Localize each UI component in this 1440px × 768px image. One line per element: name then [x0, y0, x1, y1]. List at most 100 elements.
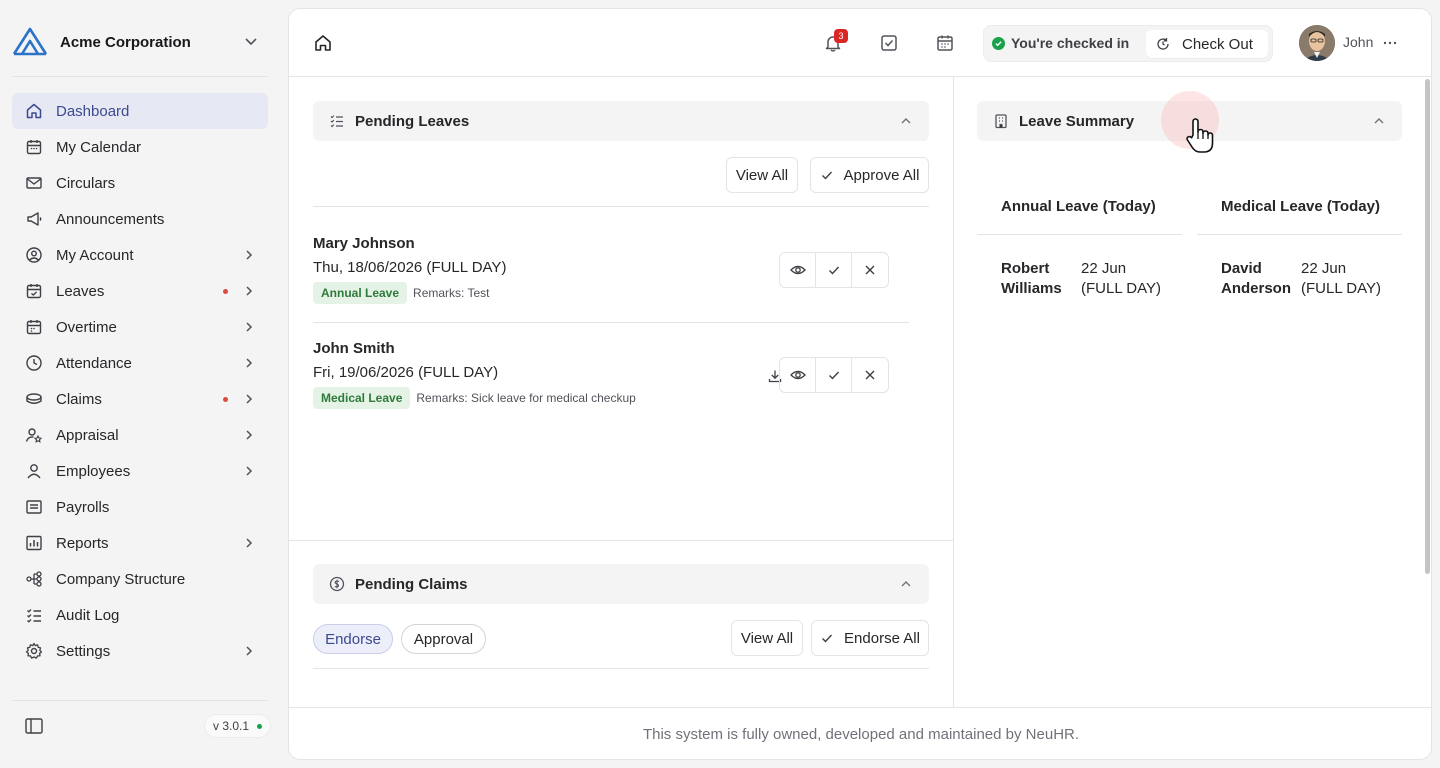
sidebar-item-label: Settings [56, 642, 111, 660]
button-label: View All [735, 166, 789, 184]
more-horizontal-icon[interactable] [1382, 35, 1398, 51]
sidebar-item-my-calendar[interactable]: My Calendar [12, 129, 268, 165]
check-out-button[interactable]: Check Out [1146, 30, 1268, 58]
chevron-right-icon [242, 464, 256, 478]
coins-icon [24, 389, 44, 409]
sidebar-item-label: Circulars [56, 174, 116, 192]
reject-icon[interactable] [852, 358, 888, 392]
building-icon [993, 113, 1009, 129]
check-circle-icon [992, 36, 1005, 50]
leave-type-tag: Medical Leave [313, 387, 411, 409]
hierarchy-icon [24, 569, 44, 589]
refresh-clock-icon [1156, 37, 1170, 51]
notification-count-badge: 3 [834, 29, 848, 43]
sidebar-item-settings[interactable]: Settings [12, 633, 268, 669]
avatar[interactable] [1299, 25, 1335, 61]
sidebar-item-my-account[interactable]: My Account [12, 237, 268, 273]
check-icon [820, 631, 834, 645]
chevron-right-icon [242, 428, 256, 442]
version-badge: v 3.0.1 [204, 714, 272, 738]
section-title: Pending Claims [355, 575, 468, 593]
org-switcher[interactable]: Acme Corporation [12, 24, 268, 60]
sidebar-item-label: Appraisal [56, 426, 119, 444]
view-all-claims-button[interactable]: View All [731, 620, 803, 656]
sidebar-item-attendance[interactable]: Attendance [12, 345, 268, 381]
chevron-right-icon [242, 320, 256, 334]
top-bar: 3 You're checked in Check Out John [289, 9, 1431, 77]
column-heading: Annual Leave (Today) [977, 179, 1182, 235]
sidebar-item-reports[interactable]: Reports [12, 525, 268, 561]
employee-name: Robert Williams [1001, 260, 1062, 297]
sidebar-item-label: Announcements [56, 210, 165, 228]
leave-request-row: John Smith Fri, 19/06/2026 (FULL DAY) Me… [313, 340, 909, 420]
scrollbar[interactable] [1425, 79, 1430, 574]
sidebar-item-label: Company Structure [56, 570, 186, 588]
pending-leaves-header[interactable]: Pending Leaves [313, 101, 929, 141]
divider [313, 206, 929, 207]
sidebar-item-label: Claims [56, 390, 102, 408]
check-out-label: Check Out [1182, 35, 1253, 53]
task-check-icon[interactable] [879, 33, 899, 53]
chevron-down-icon [242, 32, 260, 50]
sidebar-item-dashboard[interactable]: Dashboard [12, 93, 268, 129]
tab-endorse[interactable]: Endorse [313, 624, 393, 654]
sidebar-item-claims[interactable]: Claims [12, 381, 268, 417]
sidebar-item-announcements[interactable]: Announcements [12, 201, 268, 237]
home-icon[interactable] [313, 33, 333, 53]
calendar-icon[interactable] [935, 33, 955, 53]
section-title: Leave Summary [1019, 112, 1135, 130]
button-label: View All [740, 629, 794, 647]
dollar-circle-icon [329, 576, 345, 592]
leave-type-tag: Annual Leave [313, 282, 408, 304]
sidebar-item-leaves[interactable]: Leaves [12, 273, 268, 309]
sidebar-item-audit-log[interactable]: Audit Log [12, 597, 268, 633]
check-icon [820, 168, 834, 182]
reject-icon[interactable] [852, 253, 888, 287]
hand-cursor-icon [1183, 117, 1217, 155]
mail-icon [24, 173, 44, 193]
sidebar-item-label: Reports [56, 534, 109, 552]
button-label: Endorse All [844, 629, 920, 647]
approve-all-button[interactable]: Approve All [810, 157, 929, 193]
sidebar-item-label: Payrolls [56, 498, 110, 516]
sidebar-item-label: Attendance [56, 354, 132, 372]
calendar-check-icon [24, 281, 44, 301]
bell-icon[interactable]: 3 [823, 29, 848, 53]
view-all-leaves-button[interactable]: View All [726, 157, 798, 193]
sidebar-item-employees[interactable]: Employees [12, 453, 268, 489]
sidebar-item-payrolls[interactable]: Payrolls [12, 489, 268, 525]
chevron-up-icon[interactable] [899, 577, 913, 591]
sidebar-item-overtime[interactable]: Overtime [12, 309, 268, 345]
sidebar-item-appraisal[interactable]: Appraisal [12, 417, 268, 453]
sidebar-item-label: Audit Log [56, 606, 120, 624]
chevron-right-icon [242, 644, 256, 658]
tab-approval[interactable]: Approval [401, 624, 486, 654]
chevron-right-icon [242, 392, 256, 406]
status-dot [257, 723, 263, 729]
view-icon[interactable] [780, 358, 816, 392]
sidebar-item-label: Leaves [56, 282, 105, 300]
leave-request-row: Mary Johnson Thu, 18/06/2026 (FULL DAY) … [313, 235, 909, 315]
approve-icon[interactable] [816, 253, 852, 287]
sidebar-toggle-icon[interactable] [24, 716, 44, 736]
sidebar-item-company-structure[interactable]: Company Structure [12, 561, 268, 597]
checkin-status: You're checked in [992, 35, 1129, 51]
sidebar-nav: Dashboard My Calendar Circulars Announce… [12, 93, 268, 669]
notification-dot [223, 289, 228, 294]
view-icon[interactable] [780, 253, 816, 287]
home-icon [24, 101, 44, 121]
leave-actions [779, 252, 889, 288]
endorse-all-button[interactable]: Endorse All [811, 620, 929, 656]
approve-icon[interactable] [816, 358, 852, 392]
user-name[interactable]: John [1343, 34, 1373, 50]
receipt-icon [24, 497, 44, 517]
chevron-up-icon[interactable] [899, 114, 913, 128]
sidebar-item-circulars[interactable]: Circulars [12, 165, 268, 201]
pending-claims-header[interactable]: Pending Claims [313, 564, 929, 604]
chevron-up-icon[interactable] [1372, 114, 1386, 128]
employee-name: David Anderson [1221, 260, 1292, 297]
clock-icon [24, 353, 44, 373]
list-check-icon [329, 113, 345, 129]
chart-icon [24, 533, 44, 553]
gear-icon [24, 641, 44, 661]
